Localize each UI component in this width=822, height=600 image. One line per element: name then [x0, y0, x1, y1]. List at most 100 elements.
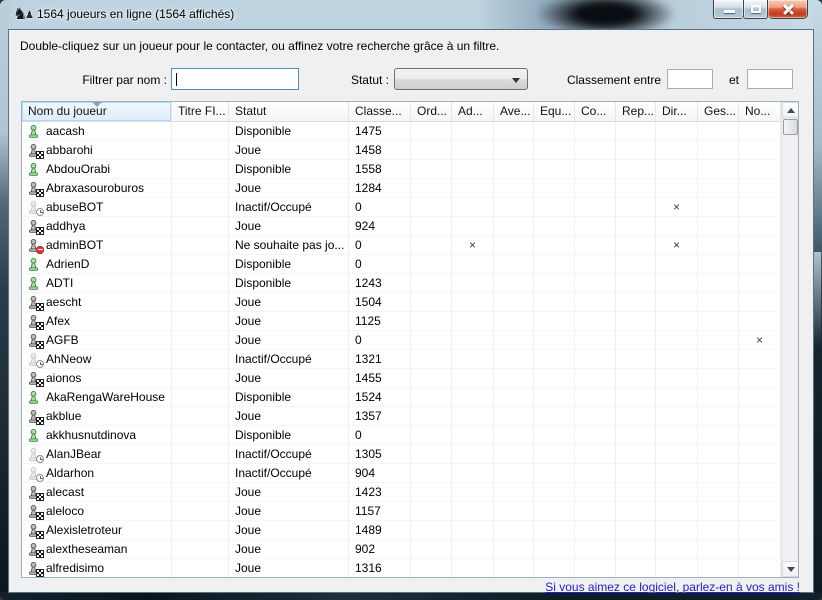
player-row[interactable]: AlanJBearInactif/Occupé1305 — [22, 445, 781, 464]
player-rating: 0 — [349, 426, 411, 444]
player-attr-co — [575, 141, 616, 159]
scroll-up-button[interactable] — [782, 102, 799, 118]
player-row[interactable]: AbdouOrabiDisponible1558 — [22, 160, 781, 179]
column-header-name[interactable]: Nom du joueur — [22, 102, 172, 121]
column-header-ges[interactable]: Ges... — [698, 102, 739, 121]
player-row[interactable]: akkhusnutdinovaDisponible0 — [22, 426, 781, 445]
player-row[interactable]: AldarhonInactif/Occupé904 — [22, 464, 781, 483]
pawn-idle-icon — [26, 352, 41, 367]
player-attr-title — [172, 388, 229, 406]
player-name: aescht — [46, 293, 81, 311]
player-row[interactable]: aeschtJoue1504 — [22, 293, 781, 312]
player-row[interactable]: alextheseamanJoue902 — [22, 540, 781, 559]
filter-name-input[interactable] — [171, 68, 299, 90]
player-attr-ord — [411, 141, 452, 159]
player-row[interactable]: AdrienDDisponible0 — [22, 255, 781, 274]
player-row[interactable]: AGFBJoue0× — [22, 331, 781, 350]
player-attr-ave — [494, 483, 534, 501]
player-row[interactable]: AkaRengaWareHouseDisponible1524 — [22, 388, 781, 407]
player-attr-co — [575, 350, 616, 368]
ranking-max-input[interactable] — [747, 69, 793, 89]
column-header-dir[interactable]: Dir... — [656, 102, 698, 121]
maximize-button[interactable] — [743, 0, 768, 19]
player-name-cell: alextheseaman — [22, 540, 172, 558]
player-attr-dir — [656, 160, 698, 178]
player-name-cell: AlanJBear — [22, 445, 172, 463]
minimize-button[interactable] — [713, 0, 743, 19]
column-header-title[interactable]: Titre FI... — [172, 102, 229, 121]
player-name: ADTI — [46, 274, 73, 292]
player-row[interactable]: alecastJoue1423 — [22, 483, 781, 502]
player-row[interactable]: alfredisimoJoue1316 — [22, 559, 781, 577]
scrollbar-thumb[interactable] — [783, 119, 798, 135]
badge-board-icon — [36, 512, 44, 520]
player-attr-dir — [656, 179, 698, 197]
player-attr-no — [739, 141, 781, 159]
pawn-idle-icon — [26, 200, 41, 215]
player-row[interactable]: AfexJoue1125 — [22, 312, 781, 331]
player-attr-equ — [534, 274, 575, 292]
player-attr-ges — [698, 464, 739, 482]
player-attr-co — [575, 198, 616, 216]
player-attr-title — [172, 141, 229, 159]
player-row[interactable]: aionosJoue1455 — [22, 369, 781, 388]
pawn-available-icon — [26, 276, 41, 291]
ranking-min-input[interactable] — [667, 69, 713, 89]
column-header-ave[interactable]: Ave... — [494, 102, 534, 121]
player-attr-co — [575, 217, 616, 235]
player-rating: 0 — [349, 198, 411, 216]
column-header-equ[interactable]: Equ... — [534, 102, 575, 121]
player-attr-ord — [411, 122, 452, 140]
player-row[interactable]: abbarohiJoue1458 — [22, 141, 781, 160]
column-header-rep[interactable]: Rep... — [616, 102, 656, 121]
player-row[interactable]: addhyaJoue924 — [22, 217, 781, 236]
titlebar[interactable]: ♞♟ 1564 joueurs en ligne (1564 affichés) — [0, 0, 822, 30]
player-row[interactable]: AbraxasouroburosJoue1284 — [22, 179, 781, 198]
vertical-scrollbar[interactable] — [781, 102, 798, 577]
player-row[interactable]: AlexisletroteurJoue1489 — [22, 521, 781, 540]
player-attr-no: × — [739, 331, 781, 349]
window-frame-left — [0, 0, 9, 600]
player-attr-dir — [656, 388, 698, 406]
window-controls — [713, 0, 808, 19]
player-name-cell: ADTI — [22, 274, 172, 292]
player-attr-no — [739, 426, 781, 444]
column-header-rating[interactable]: Classe... — [349, 102, 411, 121]
player-row[interactable]: abuseBOTInactif/Occupé0× — [22, 198, 781, 217]
player-rating: 1357 — [349, 407, 411, 425]
column-header-status[interactable]: Statut — [229, 102, 349, 121]
player-attr-ord — [411, 540, 452, 558]
arrow-down-icon — [787, 567, 795, 572]
badge-board-icon — [36, 379, 44, 387]
player-attr-no — [739, 483, 781, 501]
player-attr-ges — [698, 122, 739, 140]
player-attr-ave — [494, 445, 534, 463]
player-attr-ad — [452, 559, 494, 577]
column-header-ord[interactable]: Ord... — [411, 102, 452, 121]
player-attr-ad — [452, 274, 494, 292]
column-header-co[interactable]: Co... — [575, 102, 616, 121]
player-row[interactable]: adminBOTNe souhaite pas jo...0×× — [22, 236, 781, 255]
player-name-cell: AbdouOrabi — [22, 160, 172, 178]
close-button[interactable] — [768, 0, 808, 19]
column-header-no[interactable]: No... — [739, 102, 781, 121]
player-attr-dir — [656, 217, 698, 235]
pawn-available-icon — [26, 428, 41, 443]
player-attr-title — [172, 312, 229, 330]
player-name-cell: Alexisletroteur — [22, 521, 172, 539]
player-attr-ad — [452, 540, 494, 558]
player-status: Inactif/Occupé — [229, 198, 349, 216]
column-header-ad[interactable]: Ad... — [452, 102, 494, 121]
player-row[interactable]: akblueJoue1357 — [22, 407, 781, 426]
player-status: Disponible — [229, 388, 349, 406]
player-attr-dir — [656, 274, 698, 292]
status-dropdown[interactable] — [394, 68, 528, 90]
player-row[interactable]: alelocoJoue1157 — [22, 502, 781, 521]
player-attr-dir — [656, 331, 698, 349]
player-row[interactable]: aacashDisponible1475 — [22, 122, 781, 141]
filter-status-label: Statut : — [310, 73, 389, 87]
scroll-down-button[interactable] — [782, 561, 799, 577]
share-software-link[interactable]: Si vous aimez ce logiciel, parlez-en à v… — [545, 580, 800, 594]
player-row[interactable]: AhNeowInactif/Occupé1321 — [22, 350, 781, 369]
player-row[interactable]: ADTIDisponible1243 — [22, 274, 781, 293]
